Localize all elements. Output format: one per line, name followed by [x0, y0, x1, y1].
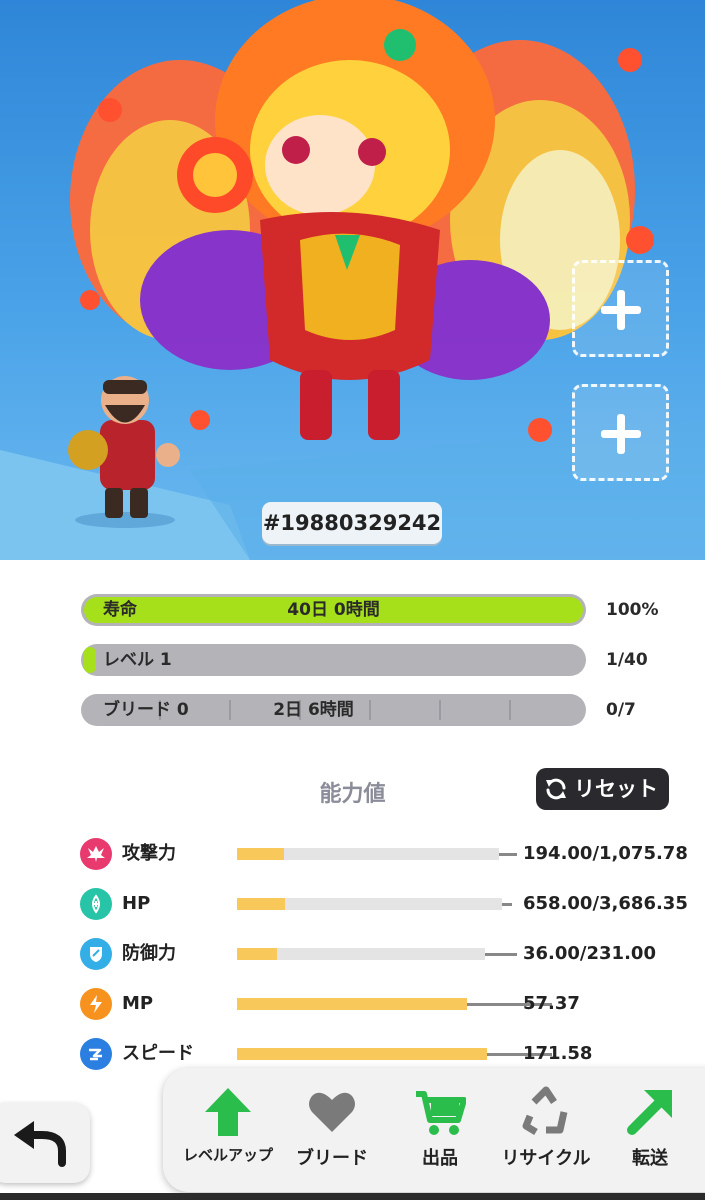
stat-value: 36.00/231.00 [523, 943, 656, 964]
transfer-label: 転送 [632, 1148, 668, 1169]
stat-name: スピード [122, 1043, 194, 1064]
back-arrow-icon [14, 1121, 66, 1167]
level-bar-fill [84, 647, 96, 673]
stat-row: HP 658.00/3,686.35 [80, 888, 688, 922]
stat-row: MP 57.37 [80, 988, 680, 1022]
lifespan-bar: 寿命 40日 0時間 [81, 594, 586, 626]
stat-row: スピード 171.58 [80, 1038, 680, 1072]
breed-value: 0/7 [606, 700, 636, 720]
stat-value: 658.00/3,686.35 [523, 893, 688, 914]
breed-label: ブリード [296, 1148, 368, 1169]
stat-leader-line [485, 953, 517, 956]
recycle-button[interactable]: リサイクル [491, 1086, 601, 1170]
stat-bar-fill [237, 1048, 487, 1060]
stat-name: MP [122, 993, 154, 1014]
stat-leader-line [499, 853, 517, 856]
stat-row: 防御力 36.00/231.00 [80, 938, 680, 972]
transfer-button[interactable]: 転送 [595, 1086, 705, 1170]
sell-label: 出品 [422, 1148, 458, 1169]
speed-icon [80, 1038, 112, 1070]
lifespan-remaining: 40日 0時間 [287, 600, 380, 620]
level-up-button[interactable]: レベルアップ [173, 1086, 283, 1165]
stat-bar-fill [237, 898, 285, 910]
stat-bar [237, 948, 485, 960]
reset-button[interactable]: リセット [536, 768, 669, 810]
add-slot-button-2[interactable] [572, 384, 669, 481]
recycle-label: リサイクル [501, 1148, 591, 1169]
lifespan-value: 100% [606, 600, 659, 620]
hp-icon [80, 888, 112, 920]
stat-value: 171.58 [523, 1043, 593, 1064]
stat-value: 57.37 [523, 993, 580, 1014]
stat-bar [237, 898, 502, 910]
add-slot-button-1[interactable] [572, 260, 669, 357]
defense-icon [80, 938, 112, 970]
level-value: 1/40 [606, 650, 648, 670]
stat-bar [237, 1048, 487, 1060]
stat-leader-line [502, 903, 512, 906]
stat-bar-fill [237, 948, 277, 960]
hero-panel: #19880329242 [0, 0, 705, 560]
bottom-divider [0, 1193, 705, 1200]
refresh-icon [546, 778, 566, 800]
recycle-icon [522, 1086, 568, 1136]
breed-bar: ブリード 0 2日 6時間 [81, 694, 586, 726]
breed-button[interactable]: ブリード [277, 1086, 387, 1170]
sell-button[interactable]: 出品 [385, 1086, 495, 1170]
stat-bar [237, 848, 499, 860]
level-up-label: レベルアップ [182, 1146, 273, 1164]
mp-icon [80, 988, 112, 1020]
stat-name: HP [122, 893, 151, 914]
stat-bar-fill [237, 848, 284, 860]
level-bar: レベル 1 [81, 644, 586, 676]
hero-id-badge: #19880329242 [262, 502, 442, 544]
reset-label: リセット [574, 777, 658, 801]
level-up-arrow-icon [205, 1088, 251, 1136]
heart-icon [309, 1092, 355, 1132]
back-button[interactable] [0, 1103, 90, 1183]
stat-row: 攻撃力 194.00/1,075.78 [80, 838, 688, 872]
transfer-arrow-icon [627, 1090, 672, 1135]
attack-icon [80, 838, 112, 870]
stat-bar [237, 998, 467, 1010]
stat-bar-fill [237, 998, 467, 1010]
breed-cooldown: 2日 6時間 [273, 700, 354, 720]
action-toolbar: レベルアップ ブリード 出品 リサイクル 転送 [163, 1068, 705, 1192]
stat-name: 攻撃力 [122, 843, 176, 864]
cart-icon [416, 1091, 466, 1135]
level-label: レベル 1 [103, 650, 172, 670]
stat-value: 194.00/1,075.78 [523, 843, 688, 864]
stat-name: 防御力 [122, 943, 176, 964]
